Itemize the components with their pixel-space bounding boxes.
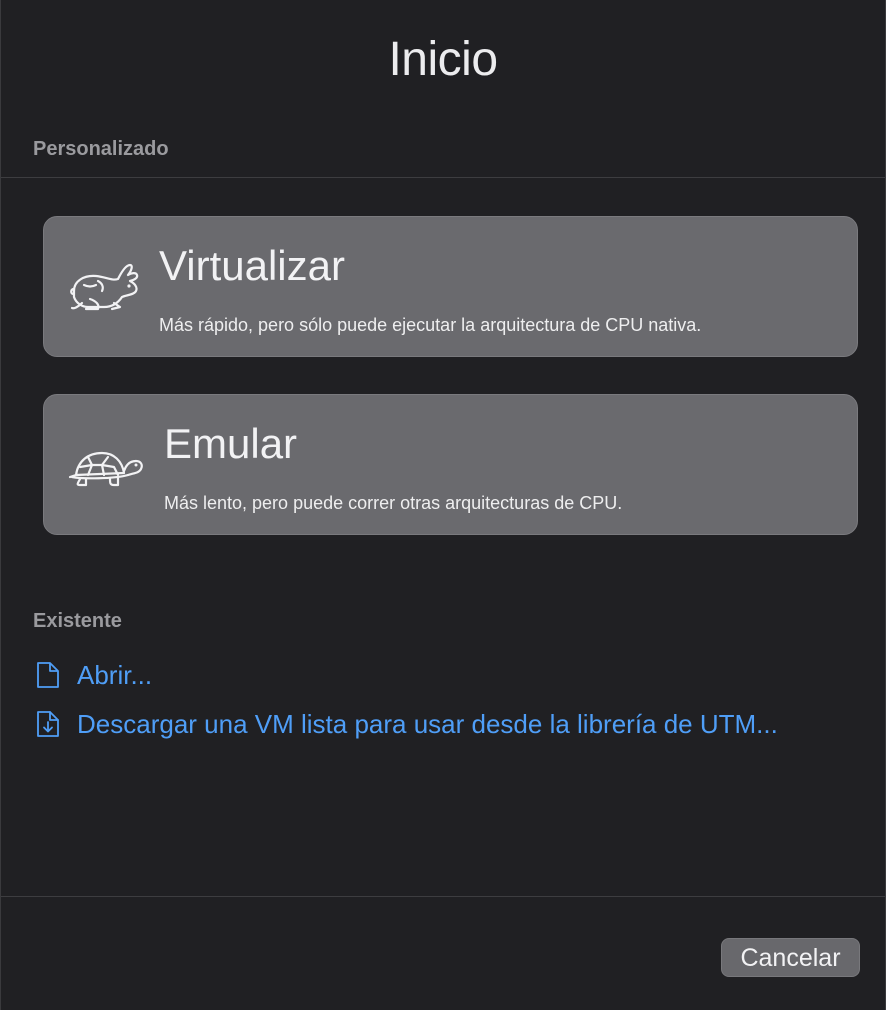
- window-title: Inicio: [388, 33, 498, 86]
- emulate-description: Más lento, pero puede correr otras arqui…: [164, 493, 623, 513]
- virtualize-description: Más rápido, pero sólo puede ejecutar la …: [159, 315, 702, 335]
- download-vm-link[interactable]: Descargar una VM lista para usar desde l…: [35, 709, 778, 739]
- emulate-option-card[interactable]: Emular Más lento, pero puede correr otra…: [43, 394, 858, 535]
- cancel-button[interactable]: Cancelar: [721, 938, 860, 977]
- emulate-title: Emular: [164, 420, 298, 467]
- virtualize-option-card[interactable]: Virtualizar Más rápido, pero sólo puede …: [43, 216, 858, 357]
- section-label-existing: Existente: [33, 610, 122, 632]
- divider: [1, 177, 885, 178]
- download-vm-link-label: Descargar una VM lista para usar desde l…: [77, 708, 778, 739]
- document-download-icon: [37, 711, 59, 737]
- open-link[interactable]: Abrir...: [35, 660, 152, 690]
- virtualize-title: Virtualizar: [159, 242, 345, 289]
- divider: [1, 896, 885, 897]
- turtle-icon: [68, 451, 143, 487]
- open-link-label: Abrir...: [77, 659, 153, 690]
- section-label-custom: Personalizado: [33, 138, 169, 160]
- document-icon: [37, 662, 59, 688]
- start-window: Inicio Personalizado Virtualizar Más ráp…: [0, 0, 886, 1010]
- rabbit-icon: [70, 263, 139, 311]
